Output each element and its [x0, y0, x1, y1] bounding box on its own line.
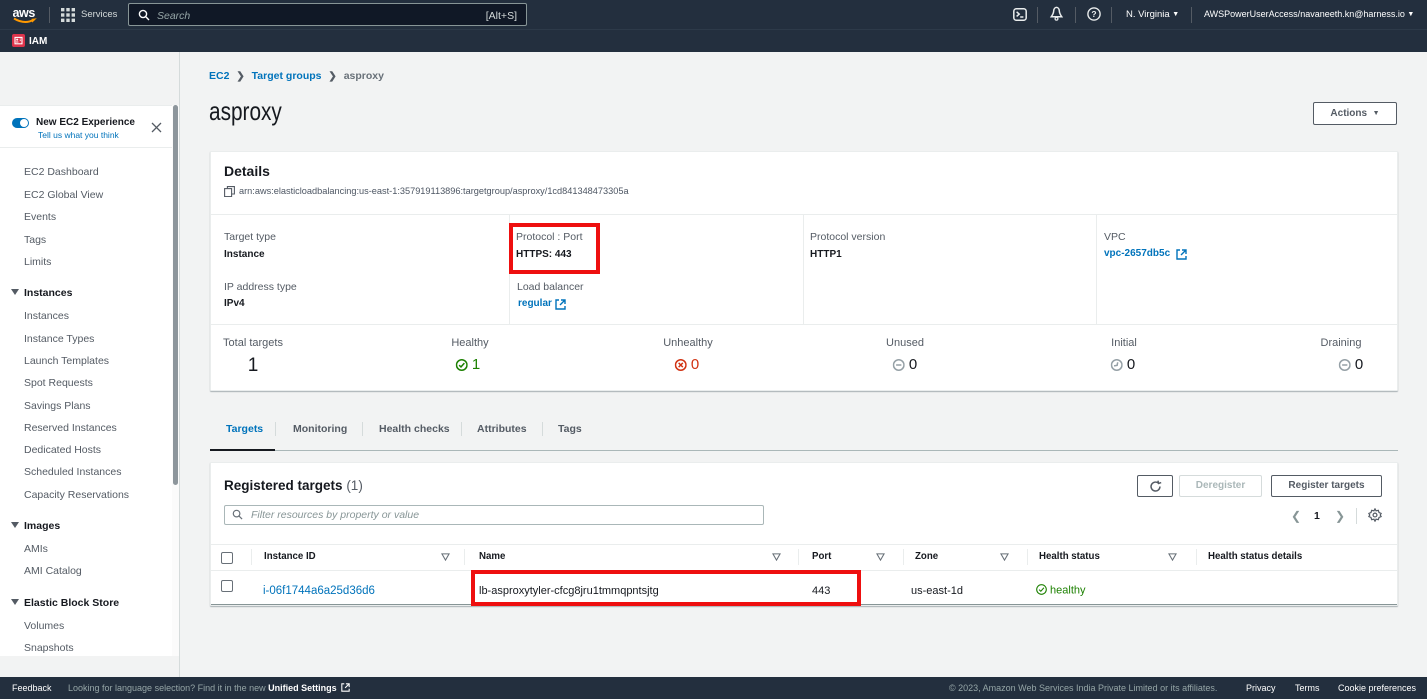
svg-text:?: ?: [1091, 9, 1096, 19]
svg-text:aws: aws: [13, 6, 35, 20]
